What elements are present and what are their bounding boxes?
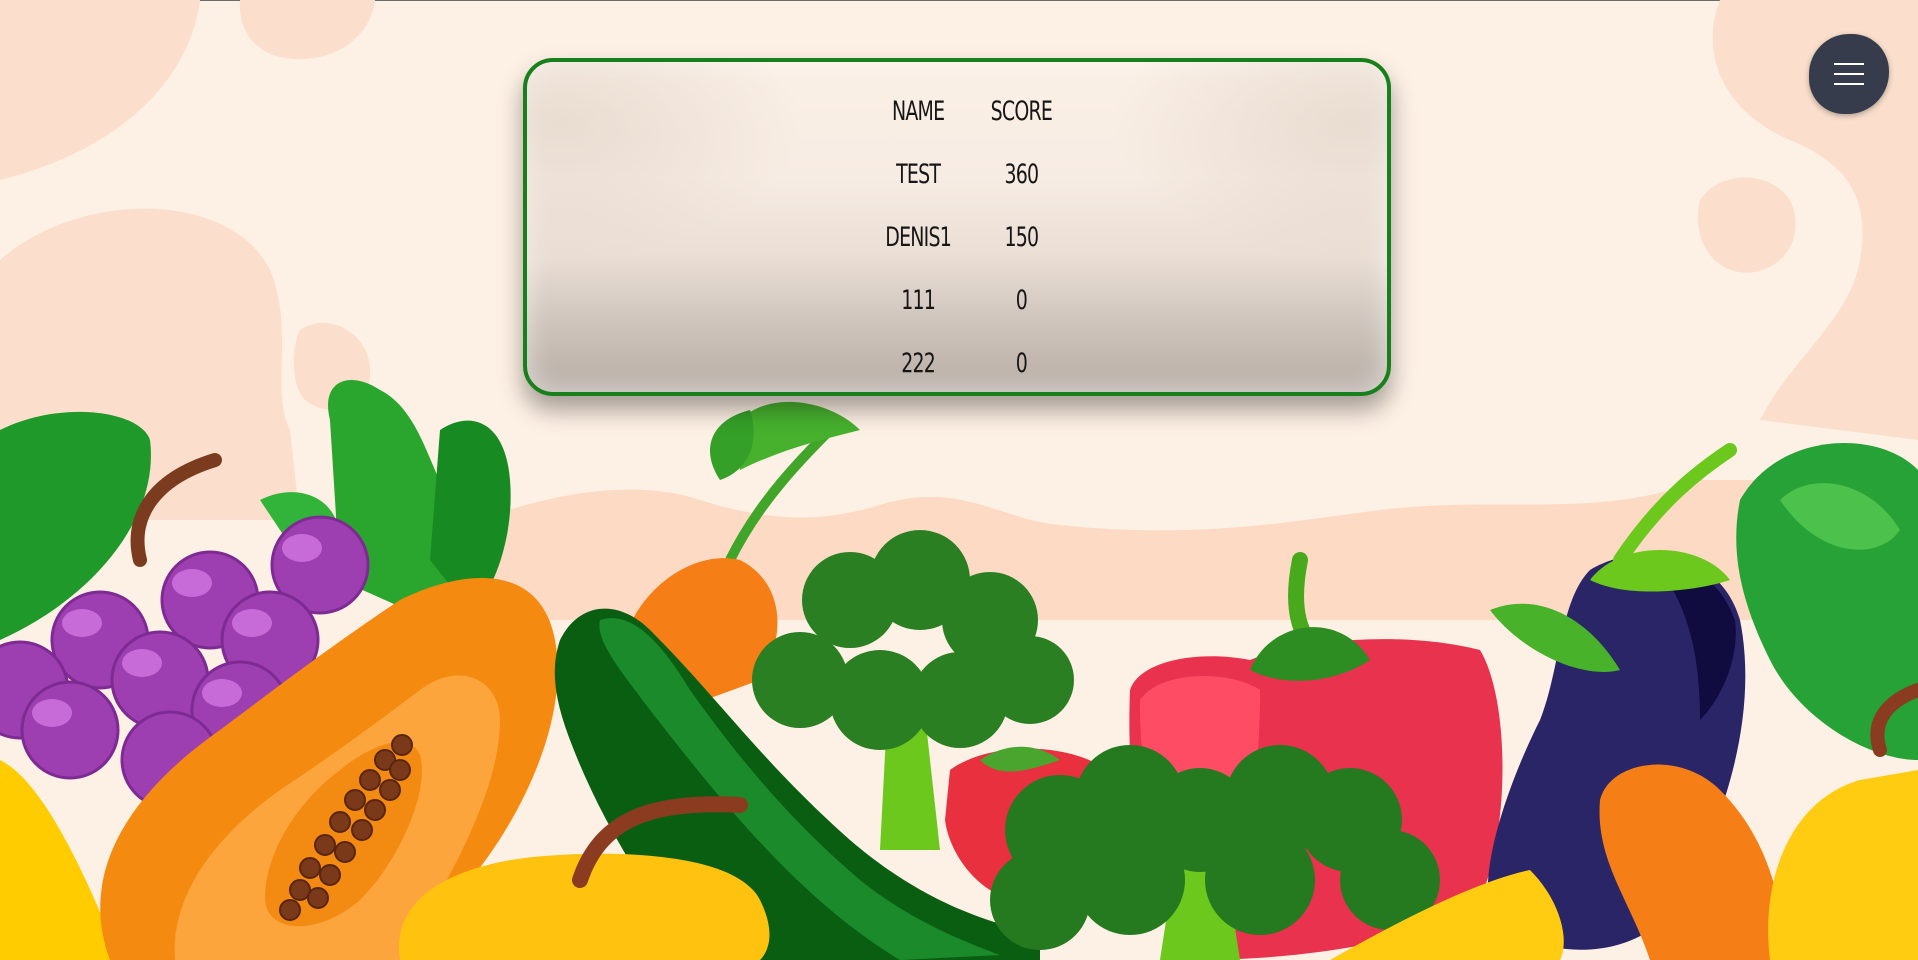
name-column-header: NAME	[891, 96, 945, 127]
player-name: 222	[901, 348, 936, 379]
table-row: TEST 360	[865, 143, 1072, 206]
table-row: 222 0	[865, 332, 1072, 395]
player-name: TEST	[896, 159, 941, 190]
player-score: 360	[1004, 159, 1040, 190]
hamburger-menu-icon	[1834, 63, 1864, 85]
scoreboard-table: NAME SCORE TEST 360 DENIS1 150 111 0 222…	[865, 80, 1072, 395]
player-score: 0	[1015, 285, 1028, 316]
score-column-header: SCORE	[990, 96, 1053, 127]
player-score: 0	[1015, 348, 1028, 379]
table-row: 111 0	[865, 269, 1072, 332]
scoreboard-header-row: NAME SCORE	[865, 80, 1072, 143]
player-score: 150	[1004, 222, 1040, 253]
player-name: DENIS1	[885, 222, 952, 253]
banana-left	[0, 760, 120, 960]
table-row: DENIS1 150	[865, 206, 1072, 269]
player-name: 111	[901, 285, 936, 316]
